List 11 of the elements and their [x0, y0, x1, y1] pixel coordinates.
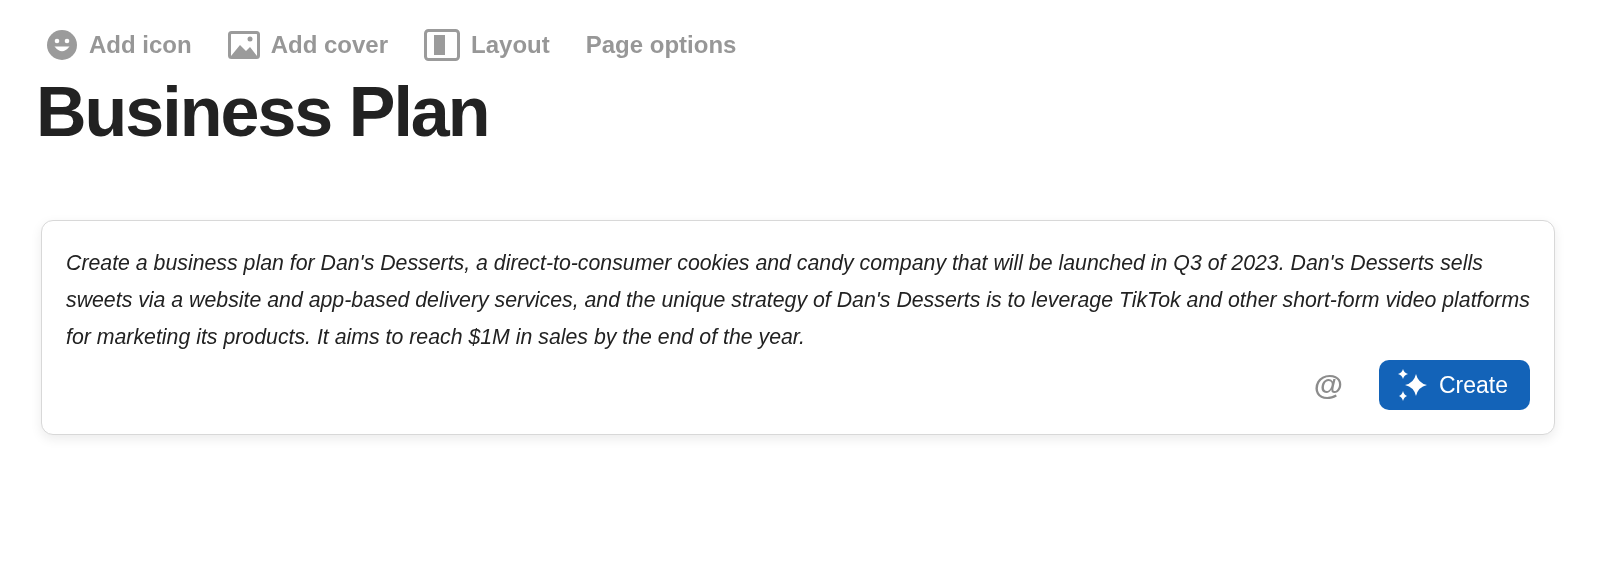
create-button[interactable]: Create: [1378, 360, 1530, 410]
toolbar-button[interactable]: Add cover: [227, 26, 389, 64]
toolbar-button[interactable]: Page options: [585, 26, 737, 64]
mention-button[interactable]: @: [1313, 368, 1343, 402]
image-icon: [227, 31, 260, 59]
layout-icon: [424, 29, 461, 61]
toolbar-button[interactable]: Layout: [424, 26, 550, 64]
toolbar-button[interactable]: Add icon: [46, 26, 192, 64]
prompt-field[interactable]: Create a business plan for Dan's Desserts, a direct-to-consumer cookies and candy company that will be launched in Q3 of 2023. Dan's Desserts sells sweets via a website and app-based delivery services, and the unique strategy of Dan's Desserts is to leverage TikTok and other short-form video platforms for marketing its products. It aims to reach $1M in sales by the end of the year.: [66, 245, 1530, 356]
page-title: Business Plan: [36, 72, 489, 153]
smiley-icon: [46, 29, 78, 61]
